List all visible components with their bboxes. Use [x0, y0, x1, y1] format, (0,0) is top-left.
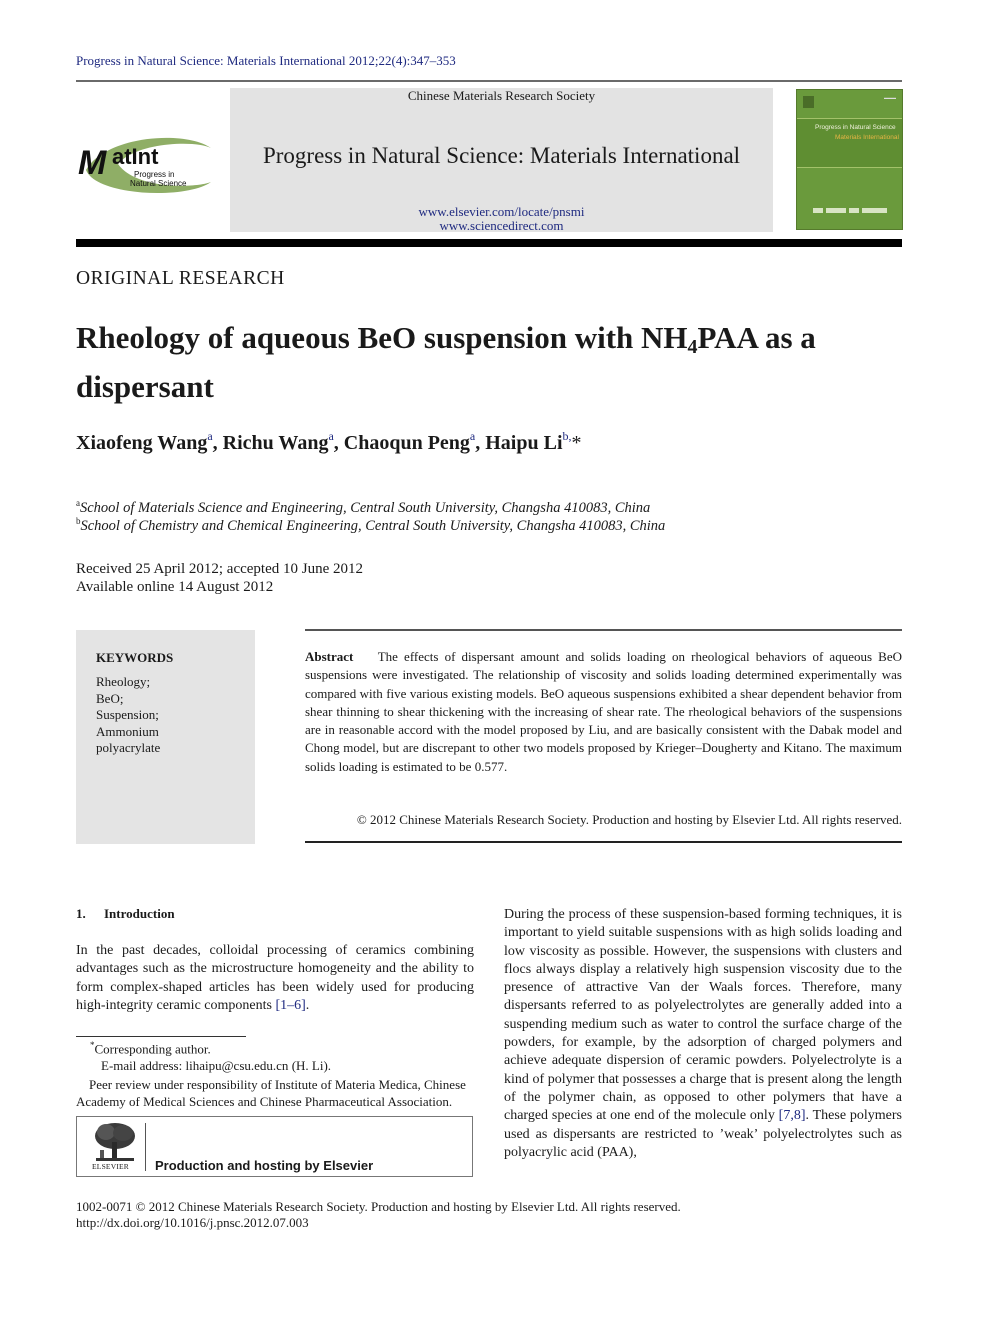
keyword-item: Suspension;	[96, 707, 159, 722]
elsevier-wordmark: ELSEVIER	[92, 1162, 130, 1171]
email-label: E-mail address:	[101, 1058, 186, 1073]
keyword-item: BeO;	[96, 690, 124, 706]
abstract-top-rule	[305, 629, 902, 631]
elsevier-tree-graphic	[95, 1123, 135, 1161]
article-title: Rheology of aqueous BeO suspension with …	[76, 318, 896, 407]
logo-atint: atInt	[112, 144, 159, 169]
footnote-email: E-mail address: lihaipu@csu.edu.cn (H. L…	[101, 1058, 331, 1074]
title-part1: Rheology of aqueous BeO suspension with …	[76, 320, 688, 355]
author-name[interactable]: Chaoqun Peng	[344, 432, 470, 454]
citation-link[interactable]: [1–6]	[275, 998, 305, 1013]
email-link[interactable]: lihaipu@csu.edu.cn	[185, 1058, 288, 1073]
keyword-item: Rheology;	[96, 674, 151, 689]
paragraph-text: During the process of these suspension-b…	[504, 907, 902, 1124]
abstract-bottom-rule	[305, 841, 902, 843]
abstract-label: Abstract	[305, 649, 354, 664]
section-heading-introduction: 1. Introduction	[76, 906, 175, 922]
keywords-heading: KEYWORDS	[96, 650, 174, 665]
abstract-paragraph: Abstract The effects of dispersant amoun…	[305, 648, 902, 776]
cover-issn: ▬▬▬	[884, 95, 896, 100]
abstract-text: The effects of dispersant amount and sol…	[305, 649, 902, 774]
author-name[interactable]: Haipu Li	[485, 432, 562, 454]
available-online-date: Available online 14 August 2012	[76, 579, 274, 595]
society-name: Chinese Materials Research Society	[407, 88, 596, 103]
matint-logo: M atInt Progress in Natural Science	[76, 130, 216, 195]
cover-elsevier-icon	[803, 96, 814, 108]
author-name[interactable]: Richu Wang	[223, 432, 329, 454]
affiliation-b: bSchool of Chemistry and Chemical Engine…	[76, 516, 665, 535]
author-affiliation-link[interactable]: a	[470, 429, 475, 443]
elsevier-box-divider	[145, 1123, 146, 1171]
cover-society-logos	[813, 201, 893, 213]
elsevier-hosting-text: Production and hosting by Elsevier	[155, 1158, 374, 1173]
author-affiliation-link[interactable]: a	[328, 429, 333, 443]
section-type-label: ORIGINAL RESEARCH	[76, 268, 285, 289]
abstract-copyright: © 2012 Chinese Materials Research Societ…	[356, 812, 902, 827]
journal-cover-image: ▬▬▬ Progress in Natural Science Material…	[796, 89, 903, 230]
affiliation-text: School of Materials Science and Engineer…	[80, 500, 651, 516]
author-affiliation-link[interactable]: a	[207, 429, 212, 443]
corresponding-author-star[interactable]: *	[572, 432, 582, 454]
matint-logo-graphic: M atInt Progress in Natural Science	[78, 137, 211, 194]
intro-paragraph-2: During the process of these suspension-b…	[504, 906, 902, 1162]
cover-title-line1: Progress in Natural Science	[815, 124, 896, 131]
footnote-corresponding-author: *Corresponding author.	[90, 1040, 211, 1057]
section-number: 1.	[76, 906, 86, 921]
cover-title-line2: Materials International	[835, 134, 899, 141]
email-suffix: (H. Li).	[288, 1058, 332, 1073]
intro-paragraph-1: In the past decades, colloidal processin…	[76, 942, 474, 1015]
footnote-rule	[76, 1036, 246, 1037]
section-heading-text: Introduction	[104, 906, 175, 921]
logo-sub1: Progress in	[134, 170, 174, 179]
logo-sub2: Natural Science	[130, 179, 187, 188]
top-rule	[76, 80, 902, 82]
logo-m: M	[78, 144, 107, 182]
footnote-text: Corresponding author.	[94, 1041, 211, 1057]
keyword-item: polyacrylate	[96, 740, 161, 755]
keywords-list: Rheology; BeO; Suspension; Ammonium poly…	[96, 674, 246, 757]
keyword-item: Ammonium	[96, 723, 159, 739]
affiliation-text: School of Chemistry and Chemical Enginee…	[80, 518, 666, 534]
running-head-citation[interactable]: Progress in Natural Science: Materials I…	[76, 53, 456, 69]
elsevier-tree-icon	[92, 1122, 138, 1162]
affiliation-a: aSchool of Materials Science and Enginee…	[76, 498, 650, 517]
footnote-peer-review: Peer review under responsibility of Inst…	[76, 1077, 466, 1109]
received-dates: Received 25 April 2012; accepted 10 June…	[76, 561, 364, 577]
sciencedirect-url-link[interactable]: www.sciencedirect.com	[230, 218, 773, 234]
author-list: Xiaofeng Wanga, Richu Wanga, Chaoqun Pen…	[76, 429, 582, 454]
paragraph-text-end: .	[305, 997, 310, 1013]
title-subscript: 4	[687, 336, 698, 358]
header-divider	[76, 239, 902, 247]
author-name[interactable]: Xiaofeng Wang	[76, 432, 207, 454]
citation-link[interactable]: [7,8]	[779, 1108, 806, 1123]
issn-copyright-line: 1002-0071 © 2012 Chinese Materials Resea…	[76, 1199, 681, 1214]
doi-link[interactable]: http://dx.doi.org/10.1016/j.pnsc.2012.07…	[76, 1215, 309, 1231]
journal-title: Progress in Natural Science: Materials I…	[262, 143, 741, 168]
author-affiliation-link[interactable]: b,	[563, 429, 572, 443]
